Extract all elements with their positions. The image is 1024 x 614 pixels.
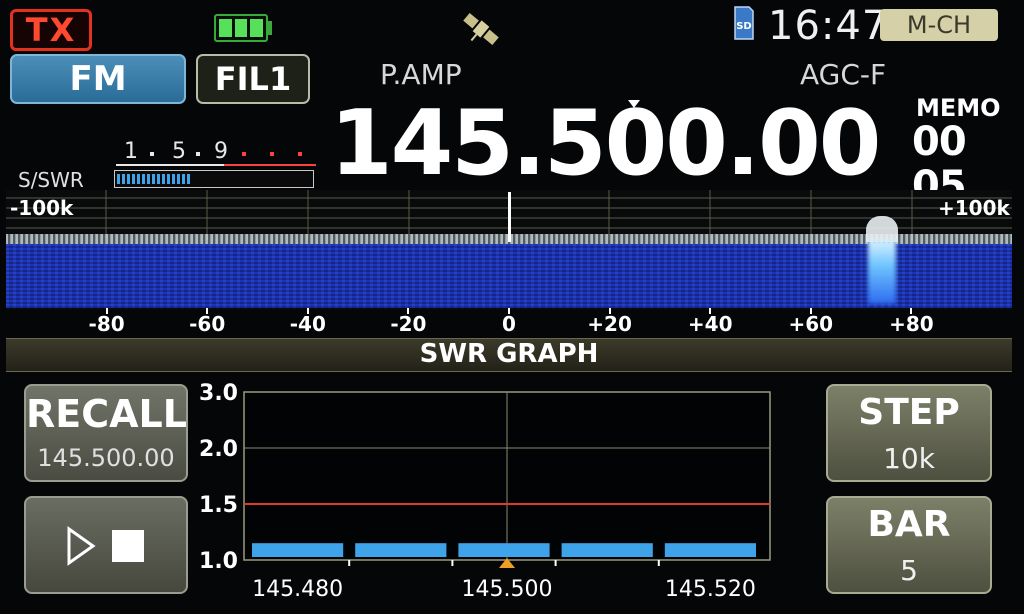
swr-bar bbox=[355, 543, 447, 557]
step-value: 10k bbox=[883, 442, 935, 475]
scope-offset-axis: -80 -60 -40 -20 0 +20 +40 +60 +80 bbox=[6, 308, 1012, 338]
swr-bar bbox=[252, 543, 344, 557]
satellite-icon bbox=[463, 12, 499, 46]
graph-title: SWR GRAPH bbox=[419, 339, 599, 369]
meter-scale-9: 9 bbox=[214, 139, 228, 164]
swr-y-tick-label: 3.0 bbox=[199, 381, 238, 406]
memo-label: MEMO bbox=[916, 94, 1001, 122]
offset-label: 0 bbox=[502, 312, 516, 336]
recall-frequency: 145.500.00 bbox=[37, 444, 175, 472]
scope-center-marker bbox=[508, 192, 511, 242]
swr-bar bbox=[664, 543, 756, 557]
recall-button[interactable]: RECALL 145.500.00 bbox=[24, 384, 188, 482]
bar-value: 5 bbox=[900, 554, 918, 587]
step-button[interactable]: STEP 10k bbox=[826, 384, 992, 482]
bar-label: BAR bbox=[867, 504, 951, 545]
agc-indicator: AGC-F bbox=[800, 58, 887, 91]
swr-x-tick-label: 145.500 bbox=[462, 577, 553, 602]
battery-full-icon bbox=[214, 14, 268, 42]
filter-button[interactable]: FIL1 bbox=[196, 54, 310, 104]
step-label: STEP bbox=[858, 392, 960, 433]
offset-label: +40 bbox=[687, 312, 733, 336]
tx-indicator: TX bbox=[10, 9, 92, 51]
offset-label: +80 bbox=[889, 312, 934, 336]
offset-label: +20 bbox=[587, 312, 632, 336]
swr-y-tick-label: 1.0 bbox=[199, 549, 238, 574]
waterfall-signal-trace bbox=[868, 240, 896, 304]
swr-y-tick-label: 2.0 bbox=[199, 437, 238, 462]
recall-label: RECALL bbox=[26, 392, 187, 436]
meter-bar bbox=[114, 170, 314, 188]
clock: 16:47 bbox=[768, 3, 889, 49]
scope-span-right: +100k bbox=[938, 196, 1010, 220]
bar-button[interactable]: BAR 5 bbox=[826, 496, 992, 594]
play-icon bbox=[67, 526, 96, 566]
tuning-step-marker bbox=[628, 100, 640, 108]
frequency-display[interactable]: 145.500.00 bbox=[330, 96, 881, 192]
swr-x-tick-label: 145.520 bbox=[665, 577, 756, 602]
scope-span-left: -100k bbox=[10, 196, 74, 220]
offset-label: -60 bbox=[189, 312, 226, 336]
sd-label: SD bbox=[736, 21, 752, 32]
swr-bar bbox=[561, 543, 653, 557]
waterfall-display[interactable] bbox=[6, 244, 1012, 308]
offset-label: -80 bbox=[88, 312, 125, 336]
mode-button[interactable]: FM bbox=[10, 54, 186, 104]
swr-x-tick-label: 145.480 bbox=[252, 577, 343, 602]
swr-chart[interactable]: 1.0 1.5 2.0 3.0 145.480 145.500 145.520 bbox=[198, 380, 788, 614]
offset-label: -40 bbox=[289, 312, 326, 336]
play-stop-button[interactable] bbox=[24, 496, 188, 594]
meter-scale-5: 5 bbox=[172, 139, 186, 164]
swr-bar bbox=[458, 543, 550, 557]
offset-label: -20 bbox=[390, 312, 427, 336]
stop-icon bbox=[112, 530, 144, 562]
memory-channel-badge[interactable]: M-CH bbox=[880, 9, 998, 41]
battery-tip bbox=[268, 21, 272, 35]
sd-card-icon: SD bbox=[734, 6, 754, 40]
meter-scale-1: 1 bbox=[124, 139, 138, 164]
preamp-indicator: P.AMP bbox=[380, 58, 462, 91]
offset-label: +60 bbox=[788, 312, 834, 336]
meter-label: S/SWR bbox=[18, 168, 84, 192]
swr-y-tick-label: 1.5 bbox=[199, 493, 238, 518]
scope-signal-peak bbox=[866, 216, 898, 242]
meter-scale: 1 5 9 bbox=[116, 139, 316, 166]
meter-fill bbox=[117, 174, 191, 184]
